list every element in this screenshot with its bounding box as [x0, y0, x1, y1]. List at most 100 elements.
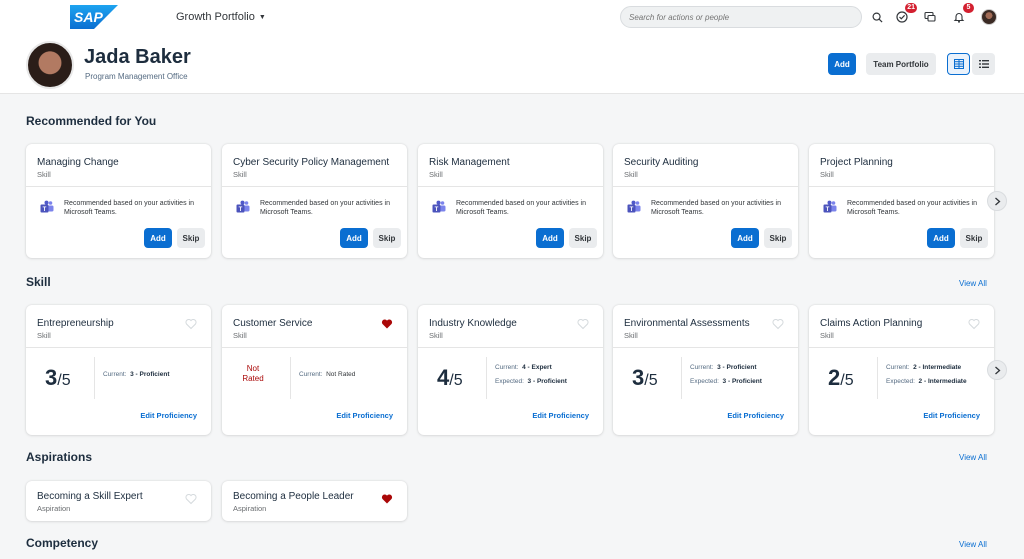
- expected-proficiency: Expected: 3 - Proficient: [495, 378, 567, 385]
- current-proficiency: Current: 3 - Proficient: [103, 371, 169, 378]
- recommendation-card[interactable]: Risk Management Skill T Recommended base…: [418, 144, 603, 258]
- edit-proficiency-link[interactable]: Edit Proficiency: [727, 411, 784, 420]
- expected-value: 3 - Proficient: [527, 378, 567, 385]
- card-divider: [613, 186, 798, 187]
- skill-card[interactable]: Environmental Assessments Skill 3/5 Curr…: [613, 305, 798, 435]
- score-denominator: /5: [840, 372, 854, 389]
- svg-text:T: T: [43, 207, 47, 213]
- edit-proficiency-link[interactable]: Edit Proficiency: [532, 411, 589, 420]
- heart-filled-icon[interactable]: [381, 318, 393, 330]
- heart-outline-icon[interactable]: [968, 318, 980, 330]
- edit-proficiency-link[interactable]: Edit Proficiency: [140, 411, 197, 420]
- add-button[interactable]: Add: [731, 228, 759, 248]
- expected-value: 2 - Intermediate: [918, 378, 967, 385]
- edit-proficiency-link[interactable]: Edit Proficiency: [923, 411, 980, 420]
- edit-proficiency-link[interactable]: Edit Proficiency: [336, 411, 393, 420]
- svg-text:T: T: [435, 207, 439, 213]
- expected-proficiency: Expected: 2 - Intermediate: [886, 378, 967, 385]
- skip-button[interactable]: Skip: [764, 228, 792, 248]
- add-button[interactable]: Add: [927, 228, 955, 248]
- recommendation-card[interactable]: Project Planning Skill T Recommended bas…: [809, 144, 994, 258]
- current-value: 4 - Expert: [522, 364, 552, 371]
- heart-outline-icon[interactable]: [185, 493, 197, 505]
- card-type: Skill: [429, 331, 443, 340]
- card-divider: [418, 347, 603, 348]
- heart-outline-icon[interactable]: [185, 318, 197, 330]
- card-type: Skill: [233, 331, 247, 340]
- chevron-right-icon: [994, 366, 1000, 374]
- recommended-next-button[interactable]: [987, 191, 1007, 211]
- competency-section-title: Competency: [26, 536, 99, 550]
- card-divider: [418, 186, 603, 187]
- current-proficiency: Current: 4 - Expert: [495, 364, 552, 371]
- header-add-button[interactable]: Add: [828, 53, 856, 75]
- skip-button[interactable]: Skip: [960, 228, 988, 248]
- expected-value: 3 - Proficient: [722, 378, 762, 385]
- grid-view-toggle[interactable]: [947, 53, 970, 75]
- search-icon[interactable]: [869, 9, 885, 25]
- score-divider: [94, 357, 95, 399]
- card-type: Skill: [429, 170, 443, 179]
- add-button[interactable]: Add: [144, 228, 172, 248]
- aspiration-card[interactable]: Becoming a Skill Expert Aspiration: [26, 481, 211, 521]
- card-type: Aspiration: [233, 504, 267, 513]
- list-icon: [978, 60, 989, 68]
- aspirations-section-title: Aspirations: [26, 450, 93, 464]
- score-divider: [486, 357, 487, 399]
- skill-card[interactable]: Customer Service Skill Not Rated Current…: [222, 305, 407, 435]
- tasks-button[interactable]: 21: [894, 3, 917, 25]
- card-type: Skill: [820, 170, 834, 179]
- skip-button[interactable]: Skip: [373, 228, 401, 248]
- skill-card[interactable]: Industry Knowledge Skill 4/5 Current: 4 …: [418, 305, 603, 435]
- heart-outline-icon[interactable]: [772, 318, 784, 330]
- current-value: 3 - Proficient: [717, 364, 757, 371]
- recommendation-reason: Recommended based on your activities in …: [64, 200, 194, 216]
- skill-card[interactable]: Claims Action Planning Skill 2/5 Current…: [809, 305, 994, 435]
- card-type: Skill: [233, 170, 247, 179]
- chat-icon[interactable]: [922, 9, 938, 25]
- grid-icon: [953, 59, 964, 69]
- heart-outline-icon[interactable]: [577, 318, 589, 330]
- notifications-badge: 5: [963, 3, 974, 13]
- notifications-button[interactable]: 5: [951, 3, 974, 25]
- skill-view-all-link[interactable]: View All: [959, 279, 987, 288]
- microsoft-teams-icon: T: [40, 200, 54, 213]
- recommendation-card[interactable]: Managing Change Skill T Recommended base…: [26, 144, 211, 258]
- heart-filled-icon[interactable]: [381, 493, 393, 505]
- add-button[interactable]: Add: [536, 228, 564, 248]
- skip-button[interactable]: Skip: [177, 228, 205, 248]
- recommendation-card[interactable]: Cyber Security Policy Management Skill T…: [222, 144, 407, 258]
- aspiration-card[interactable]: Becoming a People Leader Aspiration: [222, 481, 407, 521]
- aspirations-view-all-link[interactable]: View All: [959, 453, 987, 462]
- microsoft-teams-icon: T: [432, 200, 446, 213]
- competency-view-all-link[interactable]: View All: [959, 540, 987, 549]
- recommended-section-title: Recommended for You: [26, 114, 157, 128]
- card-title: Risk Management: [429, 157, 510, 168]
- add-button[interactable]: Add: [340, 228, 368, 248]
- skip-button[interactable]: Skip: [569, 228, 597, 248]
- card-title: Environmental Assessments: [624, 318, 750, 329]
- team-portfolio-button[interactable]: Team Portfolio: [866, 53, 936, 75]
- proficiency-score: 2/5: [828, 365, 854, 391]
- search-input[interactable]: [620, 6, 862, 28]
- card-title: Project Planning: [820, 157, 893, 168]
- card-title: Becoming a Skill Expert: [37, 491, 143, 502]
- current-label: Current:: [299, 371, 323, 378]
- skill-card[interactable]: Entrepreneurship Skill 3/5 Current: 3 - …: [26, 305, 211, 435]
- list-view-toggle[interactable]: [972, 53, 995, 75]
- current-label: Current:: [886, 364, 910, 371]
- bell-icon: [953, 13, 965, 23]
- recommendation-card[interactable]: Security Auditing Skill T Recommended ba…: [613, 144, 798, 258]
- product-switcher[interactable]: Growth Portfolio ▼: [176, 11, 266, 23]
- current-value: 3 - Proficient: [130, 371, 170, 378]
- card-type: Skill: [37, 170, 51, 179]
- score-value: 3: [45, 365, 58, 390]
- skill-next-button[interactable]: [987, 360, 1007, 380]
- score-value: 4: [437, 365, 450, 390]
- score-denominator: /5: [57, 372, 71, 389]
- profile-role: Program Management Office: [85, 72, 188, 81]
- card-title: Becoming a People Leader: [233, 491, 354, 502]
- sap-logo[interactable]: SAP: [70, 5, 118, 29]
- card-divider: [222, 347, 407, 348]
- user-avatar[interactable]: [981, 9, 997, 25]
